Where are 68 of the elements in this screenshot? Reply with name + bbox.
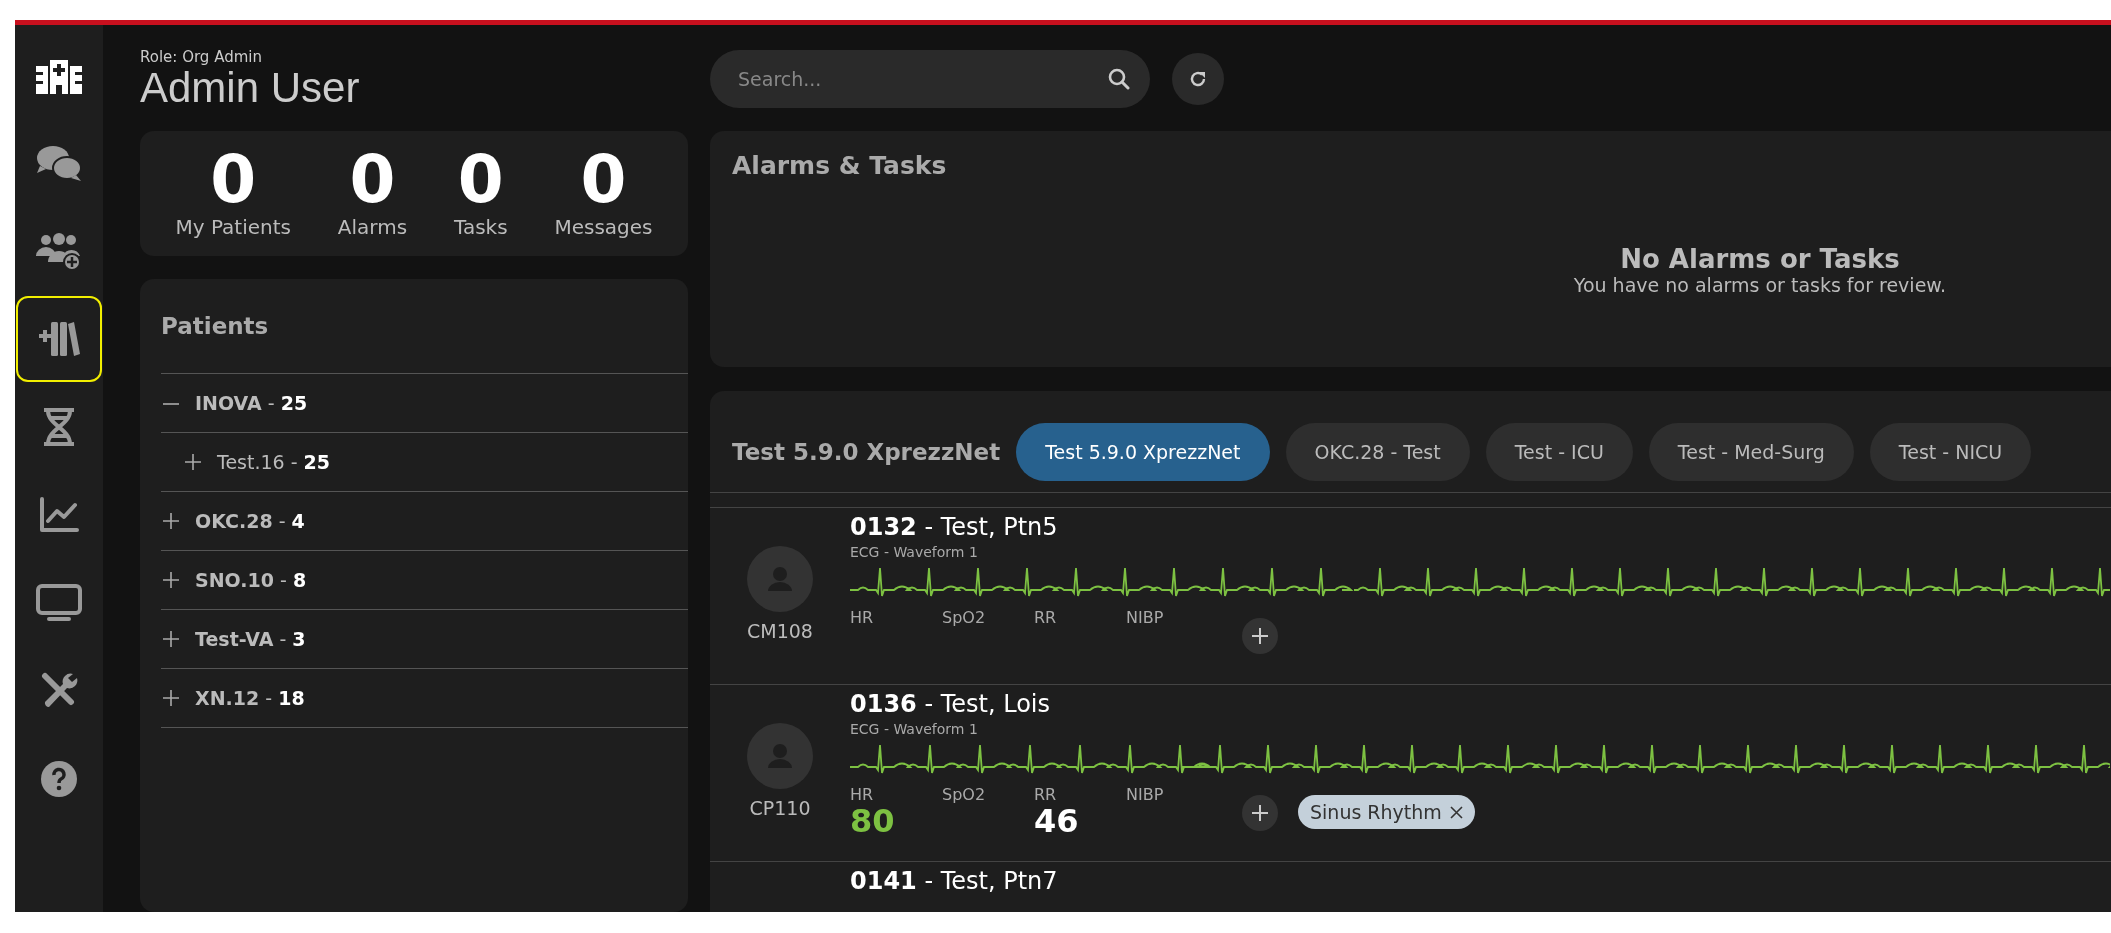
rhythm-tag[interactable]: Sinus Rhythm [1298,795,1475,829]
plus-icon[interactable] [163,513,179,529]
stat-label: Tasks [454,215,508,239]
chat-icon [36,144,82,182]
nav-button[interactable] [16,296,102,382]
plus-icon [1252,628,1268,644]
group-label[interactable]: Test-VA - 3 [195,628,306,650]
refresh-button[interactable] [1172,53,1224,105]
group-label[interactable]: SNO.10 - 8 [195,569,307,591]
refresh-icon [1189,70,1207,88]
vital-label: RR [1034,785,1058,804]
help-icon [41,761,77,797]
vital-label: NIBP [1126,785,1165,804]
library-icon [38,320,80,358]
plus-icon[interactable] [163,631,179,647]
vital-value: 46 [1034,804,1080,838]
plus-icon [1252,805,1268,821]
waveform-label: ECG - Waveform 1 [850,721,979,737]
stat-count: 0 [210,145,257,215]
unit-tab[interactable]: Test - Med-Surg [1648,422,1854,481]
search-icon[interactable] [1108,68,1130,90]
vital-label: HR [850,608,875,627]
vital-label: HR [850,785,875,804]
user-name: Admin User [140,65,361,111]
unit-label[interactable]: Test.16 - 25 [217,451,331,473]
waveform-label: ECG - Waveform 1 [850,544,979,560]
unit-tab[interactable]: Test 5.9.0 XprezzNet [1016,422,1270,481]
stat-count: 0 [349,145,396,215]
empty-title: No Alarms or Tasks [1620,244,1900,274]
unit-tab[interactable]: Test - NICU [1869,422,2032,481]
unit-title: Test 5.9.0 XprezzNet [732,438,1001,465]
plus-icon[interactable] [163,572,179,588]
vital-label: SpO2 [942,608,987,627]
empty-message: You have no alarms or tasks for review. [1573,274,1947,296]
users-add-icon [36,232,82,270]
add-button[interactable] [1242,795,1278,831]
patient-name[interactable]: 0132 - Test, Ptn5 [850,512,2111,542]
tools-icon [39,672,79,710]
search-field[interactable]: Search... [710,50,1150,108]
stat-label: Messages [554,215,653,239]
group-label[interactable]: INOVA - 25 [195,392,308,414]
vital-label: NIBP [1126,608,1165,627]
unit-tab[interactable]: OKC.28 - Test [1285,422,1470,481]
vital-value: 80 [850,804,896,838]
patients-title: Patients [161,279,688,374]
device-id: CP110 [749,797,811,819]
search-input[interactable]: Search... [736,67,1108,91]
plus-icon[interactable] [185,454,201,470]
stat-label: My Patients [175,215,291,239]
monitor-icon [36,584,82,622]
alarms-title: Alarms & Tasks [731,150,948,180]
vital-label: RR [1034,608,1058,627]
stat-label: Alarms [337,215,408,239]
add-button[interactable] [1242,618,1278,654]
vital-label: SpO2 [942,785,987,804]
device-id: CM108 [747,620,813,642]
role-label: Role: Org Admin [140,49,263,65]
patient-name[interactable]: 0136 - Test, Lois [850,689,2111,719]
stat-count: 0 [457,145,504,215]
unit-tab[interactable]: Test - ICU [1485,422,1633,481]
patient-name[interactable]: 0141 - Test, Ptn7 [850,866,2111,896]
line-chart-icon [39,497,79,533]
close-icon[interactable] [1449,805,1463,819]
group-label[interactable]: OKC.28 - 4 [195,510,305,532]
stat-count: 0 [580,145,627,215]
tag-label: Sinus Rhythm [1310,801,1442,823]
group-label[interactable]: XN.12 - 18 [195,687,305,709]
plus-icon[interactable] [163,690,179,706]
